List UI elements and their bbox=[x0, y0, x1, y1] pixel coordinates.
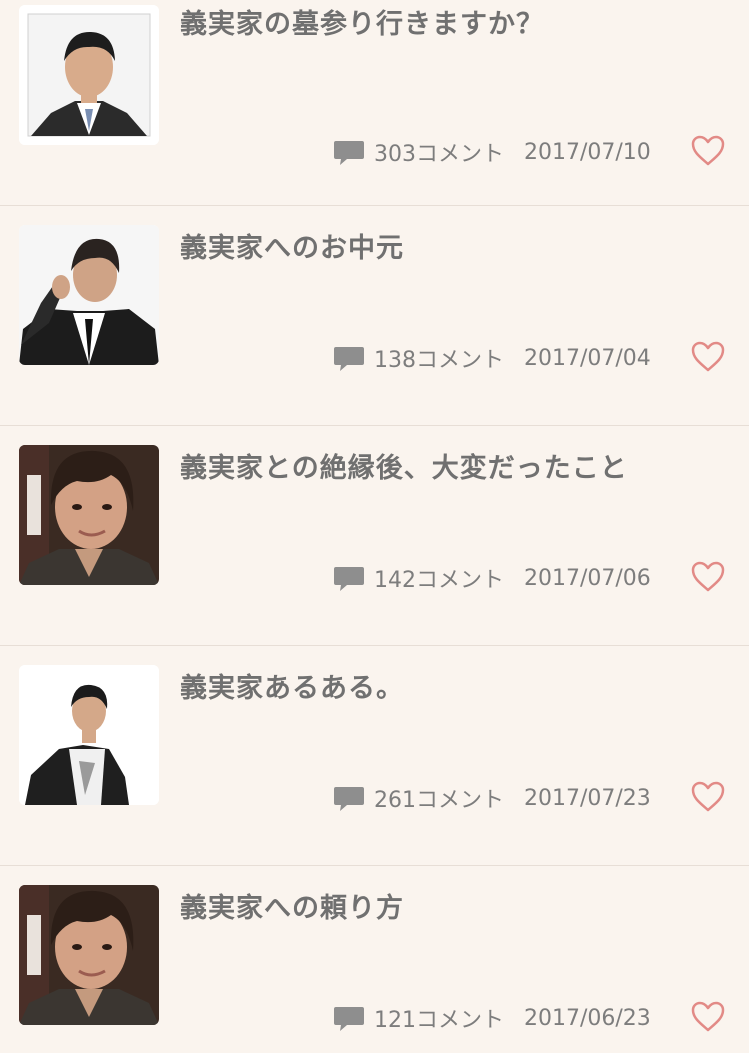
speech-bubble-icon bbox=[334, 347, 364, 371]
list-item[interactable]: 義実家へのお中元 138コメント 2017/07/04 bbox=[0, 206, 749, 426]
list-item[interactable]: 義実家への頼り方 121コメント 2017/06/23 bbox=[0, 866, 749, 1053]
heart-outline-icon[interactable] bbox=[690, 999, 726, 1035]
topic-meta: 138コメント 2017/07/04 bbox=[332, 338, 651, 378]
heart-outline-icon[interactable] bbox=[690, 559, 726, 595]
topic-title[interactable]: 義実家へのお中元 bbox=[180, 226, 404, 265]
topic-meta: 142コメント 2017/07/06 bbox=[332, 558, 651, 598]
comment-count: 261コメント bbox=[374, 788, 504, 813]
thumbnail-image bbox=[19, 445, 159, 585]
post-date: 2017/07/23 bbox=[524, 785, 651, 811]
speech-bubble-icon bbox=[334, 787, 364, 811]
speech-bubble-icon bbox=[334, 1007, 364, 1031]
speech-bubble-icon bbox=[334, 567, 364, 591]
comment-count: 121コメント bbox=[374, 1008, 504, 1033]
topic-title[interactable]: 義実家あるある。 bbox=[180, 666, 404, 705]
heart-outline-icon[interactable] bbox=[690, 133, 726, 169]
topic-meta: 303コメント 2017/07/10 bbox=[332, 132, 651, 172]
post-date: 2017/07/10 bbox=[524, 139, 651, 165]
comment-count: 303コメント bbox=[374, 142, 504, 167]
list-item[interactable]: 義実家の墓参り行きますか？ 303コメント 2017/07/10 bbox=[0, 0, 749, 206]
comment-count: 138コメント bbox=[374, 348, 504, 373]
post-date: 2017/06/23 bbox=[524, 1005, 651, 1031]
thumbnail-image bbox=[19, 5, 159, 145]
post-date: 2017/07/04 bbox=[524, 345, 651, 371]
topic-list: 義実家の墓参り行きますか？ 303コメント 2017/07/10 義実家へのお中… bbox=[0, 0, 749, 1053]
topic-title[interactable]: 義実家との絶縁後、大変だったこと bbox=[180, 446, 628, 485]
topic-title[interactable]: 義実家への頼り方 bbox=[180, 886, 404, 925]
post-date: 2017/07/06 bbox=[524, 565, 651, 591]
comment-count: 142コメント bbox=[374, 568, 504, 593]
thumbnail-image bbox=[19, 665, 159, 805]
speech-bubble-icon bbox=[334, 141, 364, 165]
thumbnail-image bbox=[19, 885, 159, 1025]
topic-meta: 121コメント 2017/06/23 bbox=[332, 998, 651, 1038]
list-item[interactable]: 義実家あるある。 261コメント 2017/07/23 bbox=[0, 646, 749, 866]
topic-title[interactable]: 義実家の墓参り行きますか？ bbox=[180, 2, 544, 41]
thumbnail-image bbox=[19, 225, 159, 365]
heart-outline-icon[interactable] bbox=[690, 779, 726, 815]
topic-meta: 261コメント 2017/07/23 bbox=[332, 778, 651, 818]
list-item[interactable]: 義実家との絶縁後、大変だったこと 142コメント 2017/07/06 bbox=[0, 426, 749, 646]
heart-outline-icon[interactable] bbox=[690, 339, 726, 375]
